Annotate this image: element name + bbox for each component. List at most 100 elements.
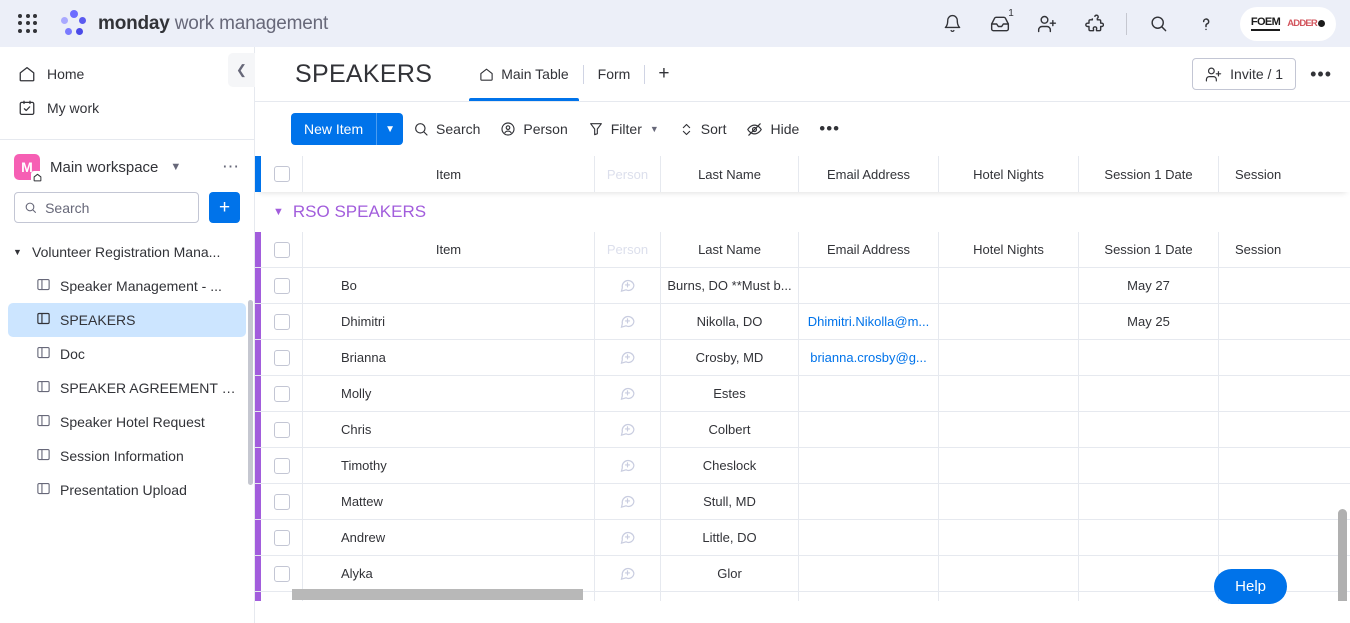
cell-last-name[interactable]: Cheslock <box>661 448 799 483</box>
cell-hotel-nights[interactable] <box>939 268 1079 303</box>
row-checkbox[interactable] <box>273 277 290 294</box>
add-update-icon[interactable] <box>619 385 636 402</box>
cell-email[interactable] <box>799 592 939 601</box>
cell-hotel-nights[interactable] <box>939 340 1079 375</box>
table-row[interactable]: Dhimitri Nikolla, DO Dhimitri.Nikolla@m.… <box>255 304 1350 340</box>
column-header-last-name[interactable]: Last Name <box>661 232 799 267</box>
column-header-item[interactable]: Item <box>303 156 595 192</box>
sidebar-item-speaker-management[interactable]: Speaker Management - ... <box>8 269 246 303</box>
cell-session-2[interactable] <box>1219 376 1350 411</box>
cell-item[interactable]: Molly <box>303 376 595 411</box>
sidebar-item-speaker-agreement[interactable]: SPEAKER AGREEMENT & D... <box>8 371 246 405</box>
cell-item[interactable]: Bo <box>303 268 595 303</box>
row-checkbox[interactable] <box>273 421 290 438</box>
apps-marketplace-icon[interactable] <box>1079 9 1109 39</box>
cell-last-name[interactable]: Crosby, MD <box>661 340 799 375</box>
sort-button[interactable]: Sort <box>669 113 737 145</box>
chevron-down-icon[interactable]: ▼ <box>13 247 23 257</box>
add-update-icon[interactable] <box>619 565 636 582</box>
cell-last-name[interactable]: Estes <box>661 376 799 411</box>
inbox-icon[interactable]: 1 <box>985 7 1016 39</box>
cell-person[interactable] <box>595 268 661 303</box>
cell-item[interactable]: Timothy <box>303 448 595 483</box>
row-checkbox[interactable] <box>273 349 290 366</box>
sidebar-item-speaker-hotel-request[interactable]: Speaker Hotel Request <box>8 405 246 439</box>
tab-main-table[interactable]: Main Table <box>465 47 582 101</box>
table-row[interactable]: Timothy Cheslock <box>255 448 1350 484</box>
cell-session-1-date[interactable]: May 27 <box>1079 268 1219 303</box>
cell-email[interactable] <box>799 520 939 555</box>
help-button[interactable]: Help <box>1214 569 1287 604</box>
filter-button[interactable]: Filter ▼ <box>578 113 669 145</box>
add-update-icon[interactable] <box>619 349 636 366</box>
row-checkbox[interactable] <box>273 493 290 510</box>
cell-email[interactable] <box>799 484 939 519</box>
cell-last-name[interactable]: Colbert <box>661 412 799 447</box>
cell-email[interactable] <box>799 448 939 483</box>
chevron-down-icon[interactable]: ▼ <box>650 124 659 134</box>
column-header-hotel-nights[interactable]: Hotel Nights <box>939 232 1079 267</box>
row-checkbox[interactable] <box>273 313 290 330</box>
cell-email[interactable] <box>799 556 939 591</box>
column-header-person[interactable]: Person <box>595 156 661 192</box>
sidebar-scrollbar[interactable] <box>248 300 253 485</box>
table-vertical-scrollbar[interactable] <box>1338 509 1347 601</box>
cell-session-2[interactable] <box>1219 520 1350 555</box>
cell-person[interactable] <box>595 304 661 339</box>
row-checkbox[interactable] <box>273 529 290 546</box>
cell-item[interactable]: Brianna <box>303 340 595 375</box>
tab-form[interactable]: Form <box>584 47 645 101</box>
workspace-selector[interactable]: M Main workspace ▼ ⋯ <box>0 140 254 188</box>
toolbar-more-button[interactable]: ••• <box>809 119 850 139</box>
row-checkbox[interactable] <box>273 457 290 474</box>
cell-last-name[interactable]: Nikolla, DO <box>661 304 799 339</box>
notifications-bell-icon[interactable] <box>938 9 968 39</box>
group-select-all-checkbox[interactable] <box>273 241 290 258</box>
cell-hotel-nights[interactable] <box>939 520 1079 555</box>
cell-email[interactable]: Dhimitri.Nikolla@m... <box>799 304 939 339</box>
table-row[interactable]: Bo Burns, DO **Must b... May 27 <box>255 268 1350 304</box>
cell-email[interactable] <box>799 412 939 447</box>
column-header-email[interactable]: Email Address <box>799 156 939 192</box>
hide-button[interactable]: Hide <box>736 113 809 145</box>
chevron-down-icon[interactable]: ▼ <box>273 206 284 218</box>
invite-members-icon[interactable] <box>1032 9 1062 39</box>
sidebar-item-volunteer-registration[interactable]: ▼ Volunteer Registration Mana... <box>8 235 246 269</box>
cell-hotel-nights[interactable] <box>939 412 1079 447</box>
cell-item[interactable]: Chris <box>303 412 595 447</box>
add-update-icon[interactable] <box>619 421 636 438</box>
table-horizontal-scrollbar[interactable] <box>292 589 583 600</box>
cell-session-2[interactable] <box>1219 484 1350 519</box>
cell-last-name[interactable]: Stull, MD <box>661 484 799 519</box>
table-row[interactable]: Brianna Crosby, MD brianna.crosby@g... <box>255 340 1350 376</box>
cell-person[interactable] <box>595 340 661 375</box>
apps-grid-icon[interactable] <box>15 11 41 37</box>
sidebar-item-presentation-upload[interactable]: Presentation Upload <box>8 473 246 507</box>
cell-last-name[interactable]: Burns, DO **Must b... <box>661 268 799 303</box>
cell-session-2[interactable] <box>1219 268 1350 303</box>
sidebar-item-doc[interactable]: Doc <box>8 337 246 371</box>
workspace-more-button[interactable]: ⋯ <box>222 157 240 177</box>
cell-hotel-nights[interactable] <box>939 304 1079 339</box>
cell-person[interactable] <box>595 520 661 555</box>
table-row[interactable]: Chris Colbert <box>255 412 1350 448</box>
cell-session-2[interactable] <box>1219 340 1350 375</box>
cell-session-1-date[interactable] <box>1079 556 1219 591</box>
cell-session-1-date[interactable] <box>1079 376 1219 411</box>
table-row[interactable]: Alyka Glor <box>255 556 1350 592</box>
add-update-icon[interactable] <box>619 277 636 294</box>
cell-last-name[interactable]: Little, DO <box>661 520 799 555</box>
cell-person[interactable] <box>595 484 661 519</box>
column-header-person[interactable]: Person <box>595 232 661 267</box>
person-filter-button[interactable]: Person <box>490 113 577 145</box>
cell-hotel-nights[interactable] <box>939 448 1079 483</box>
cell-email[interactable]: brianna.crosby@g... <box>799 340 939 375</box>
org-logos[interactable]: FOEM ADDER <box>1239 6 1336 41</box>
cell-session-2[interactable] <box>1219 448 1350 483</box>
brand-logo-group[interactable]: monday work management <box>59 9 328 39</box>
cell-session-1-date[interactable] <box>1079 484 1219 519</box>
column-header-session-1-date[interactable]: Session 1 Date <box>1079 156 1219 192</box>
sidebar-search-box[interactable] <box>14 192 199 223</box>
cell-session-1-date[interactable] <box>1079 412 1219 447</box>
sidebar-item-session-information[interactable]: Session Information <box>8 439 246 473</box>
